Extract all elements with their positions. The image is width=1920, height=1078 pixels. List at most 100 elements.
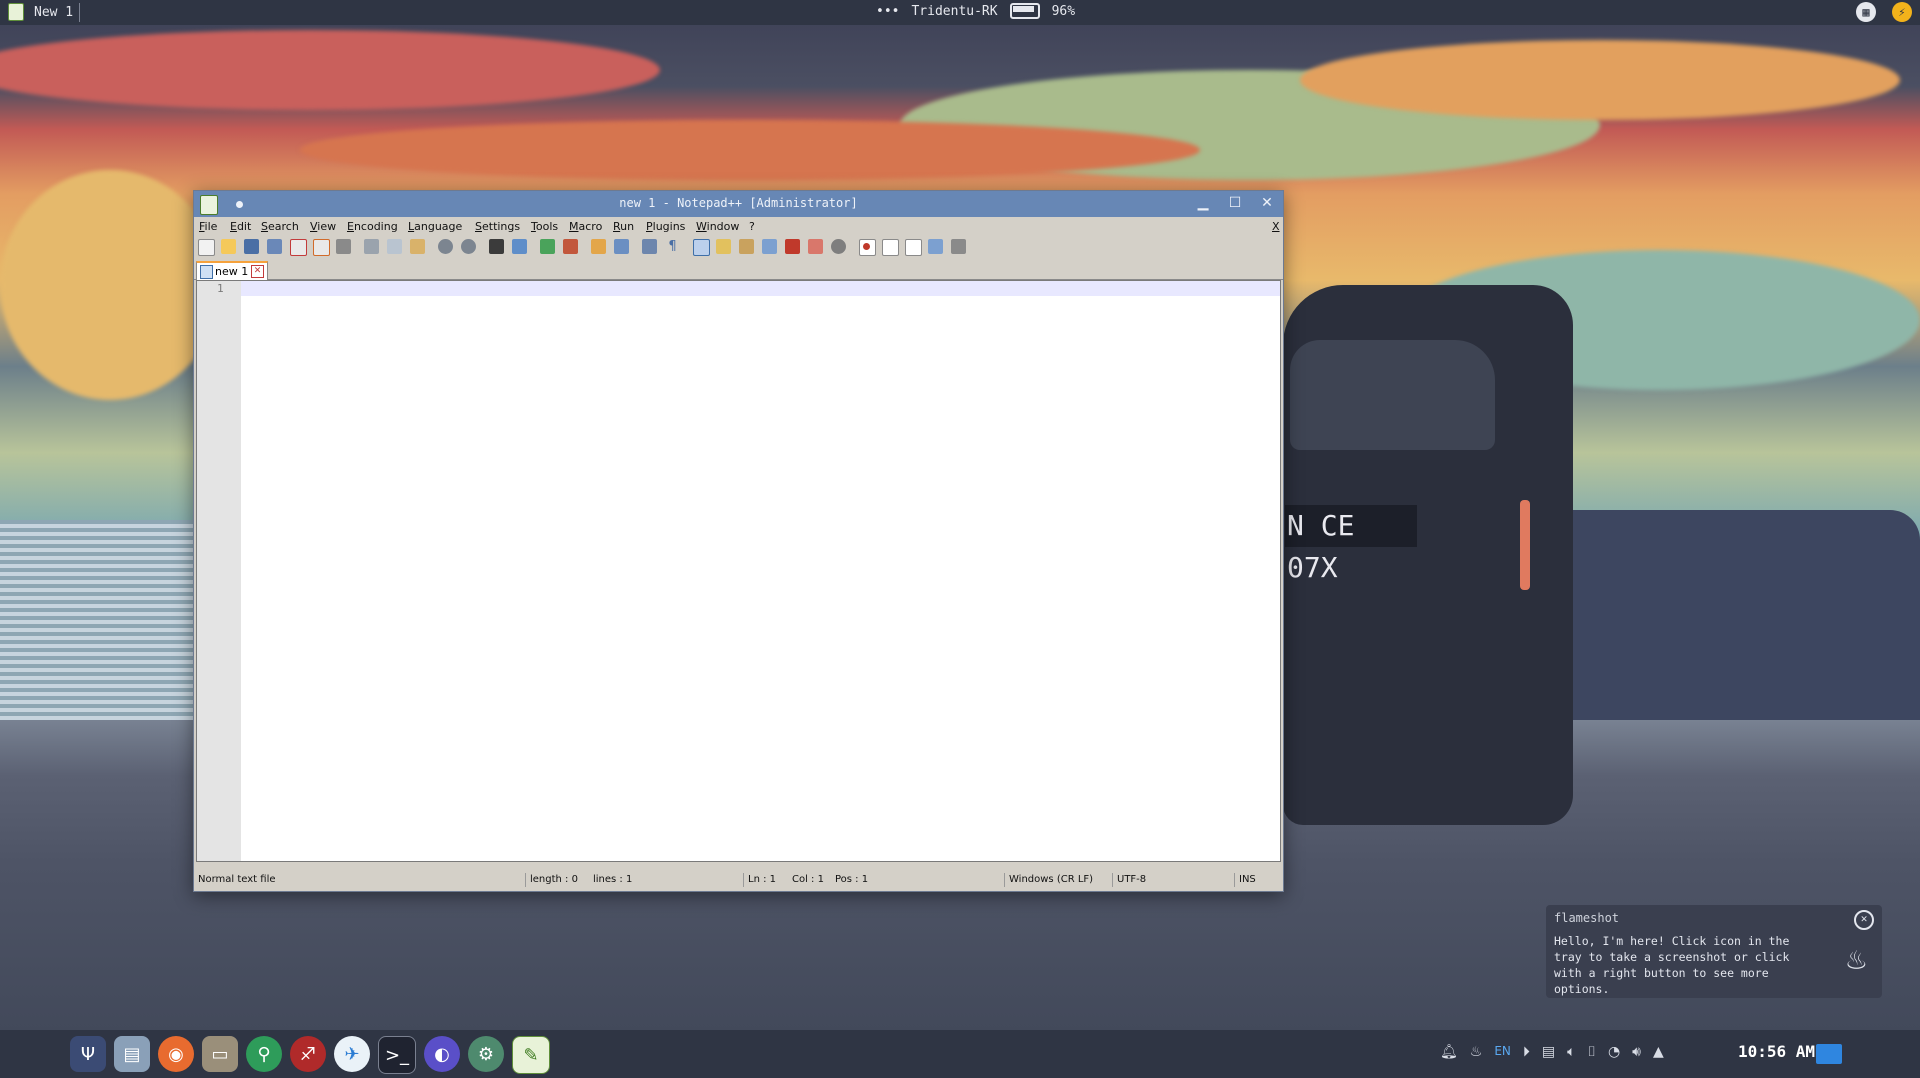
plug-icon[interactable]: ⚲ [246,1036,282,1072]
menu-encoding[interactable]: Encoding [347,220,398,233]
maximize-icon[interactable]: ☐ [1225,193,1245,213]
tab-close-icon[interactable]: ✕ [251,265,264,278]
play-macro-icon[interactable] [905,239,922,256]
menu-macro[interactable]: Macro [569,220,602,233]
battery-level: 96% [1051,3,1076,19]
status-lines: lines : 1 [593,874,633,885]
indent-guide-icon[interactable] [693,239,710,256]
power-bolt-icon[interactable]: ⚡ [1892,2,1912,22]
usb-icon[interactable]: ⌷ [1588,1044,1596,1060]
tab-bar: new 1 ✕ [194,259,1283,281]
menu-run[interactable]: Run [613,220,634,233]
status-encoding[interactable]: UTF-8 [1112,873,1146,887]
zoom-in-icon[interactable] [540,239,555,254]
record-macro-icon[interactable] [859,239,876,256]
save-all-icon[interactable] [267,239,282,254]
tab-new-1[interactable]: new 1 ✕ [196,261,268,281]
status-eol[interactable]: Windows (CR LF) [1004,873,1093,887]
close-icon[interactable]: ✕ [1854,910,1874,930]
notepadpp-icon[interactable]: ✎ [512,1036,550,1074]
close-all-icon[interactable] [313,239,330,256]
flameshot-icon: ♨ [1846,939,1866,977]
save-macro-icon[interactable] [951,239,966,254]
wallpaper-cloud [0,170,220,400]
wine-icon[interactable]: ♐ [290,1036,326,1072]
close-file-icon[interactable] [290,239,307,256]
copy-icon[interactable] [387,239,402,254]
notepadpp-icon [8,3,24,21]
tray-expand-icon[interactable]: ▲ [1653,1044,1664,1060]
menu-file[interactable]: File [199,220,217,233]
line-number: 1 [217,282,224,295]
menu-window[interactable]: Window [696,220,739,233]
app-launcher-icon[interactable]: Ψ [70,1036,106,1072]
system-tray: 🔔︎ ♨ EN ⏵ ▤ 🔈︎ ⌷ ◔ 🔊︎ ▲ [1440,1044,1664,1060]
redo-icon[interactable] [461,239,476,254]
status-insert-mode[interactable]: INS [1234,873,1256,887]
flameshot-tray-icon[interactable]: ♨ [1470,1044,1483,1060]
folder-workspace-icon[interactable] [785,239,800,254]
status-col: Col : 1 [792,874,824,885]
kde-connect-icon[interactable]: ✈ [334,1036,370,1072]
window-titlebar[interactable]: new 1 - Notepad++ [Administrator] ▁ ☐ ✕ [194,191,1283,217]
menu-search[interactable]: Search [261,220,299,233]
menu-language[interactable]: Language [408,220,462,233]
volume-icon[interactable]: 🔊︎ [1632,1044,1641,1060]
udl-icon[interactable] [716,239,731,254]
zoom-out-icon[interactable] [563,239,578,254]
document-icon [200,265,213,279]
menu-help[interactable]: ? [749,220,755,233]
minimize-icon[interactable]: ▁ [1193,193,1213,213]
keyboard-layout[interactable]: EN [1494,1044,1511,1060]
document-list-icon[interactable] [831,239,846,254]
bell-icon[interactable]: 🔔︎ [1440,1044,1458,1060]
notification-title: flameshot [1554,911,1620,925]
open-file-icon[interactable] [221,239,236,254]
archive-icon[interactable]: ▭ [202,1036,238,1072]
close-document-button[interactable]: X [1272,220,1280,233]
file-manager-icon[interactable]: ▤ [114,1036,150,1072]
wallpaper-bushes [1525,510,1920,720]
close-icon[interactable]: ✕ [1257,193,1277,213]
function-list-icon[interactable] [762,239,777,254]
print-icon[interactable] [336,239,351,254]
terminal-icon[interactable]: >_ [378,1036,416,1074]
find-icon[interactable] [489,239,504,254]
media-play-icon[interactable]: ⏵ [1523,1044,1530,1060]
menu-settings[interactable]: Settings [475,220,520,233]
show-desktop-button[interactable] [1816,1044,1842,1064]
notification-popup[interactable]: flameshot ✕ Hello, I'm here! Click icon … [1546,905,1882,998]
more-dots-icon[interactable]: ••• [876,4,899,19]
menu-plugins[interactable]: Plugins [646,220,685,233]
menu-tools[interactable]: Tools [531,220,558,233]
menu-view[interactable]: View [310,220,336,233]
discover-icon[interactable]: ◐ [424,1036,460,1072]
firefox-icon[interactable]: ◉ [158,1036,194,1072]
stop-macro-icon[interactable] [882,239,899,256]
wifi-icon[interactable]: ◔ [1608,1044,1620,1060]
undo-icon[interactable] [438,239,453,254]
paste-icon[interactable] [410,239,425,254]
settings-icon[interactable]: ⚙ [468,1036,504,1072]
replace-icon[interactable] [512,239,527,254]
sync-vertical-icon[interactable] [591,239,606,254]
grid-apps-icon[interactable]: ▦ [1856,2,1876,22]
speaker-icon[interactable]: 🔈︎ [1567,1044,1575,1060]
sync-horizontal-icon[interactable] [614,239,629,254]
menu-edit[interactable]: Edit [230,220,251,233]
clock[interactable]: 10:56 AM [1738,1042,1815,1061]
wallpaper-cloud [0,30,660,110]
doc-map-icon[interactable] [739,239,754,254]
show-all-characters-icon[interactable]: ¶ [665,239,680,254]
clipboard-icon[interactable]: ▤ [1542,1044,1555,1060]
save-icon[interactable] [244,239,259,254]
word-wrap-icon[interactable] [642,239,657,254]
run-macro-multiple-icon[interactable] [928,239,943,254]
new-file-icon[interactable] [198,239,215,256]
active-app-indicator[interactable]: New 1 [8,3,73,21]
monitoring-icon[interactable] [808,239,823,254]
battery-icon[interactable] [1009,3,1040,19]
editor-area[interactable]: 1 [196,280,1281,862]
status-length: length : 0 [525,873,578,887]
cut-icon[interactable] [364,239,379,254]
